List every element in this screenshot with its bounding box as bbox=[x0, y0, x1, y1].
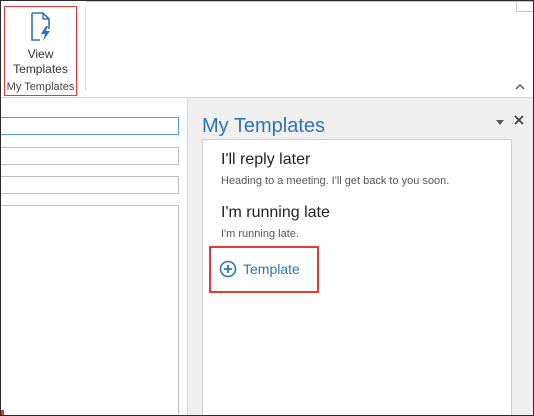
close-icon[interactable] bbox=[512, 113, 526, 127]
my-templates-pane: My Templates I'll reply later Heading to… bbox=[187, 98, 533, 415]
cc-field[interactable] bbox=[1, 147, 179, 165]
templates-list: I'll reply later Heading to a meeting. I… bbox=[202, 139, 512, 415]
ribbon-top-border bbox=[86, 1, 533, 2]
triangle-down-icon[interactable] bbox=[494, 116, 506, 128]
document-lightning-icon bbox=[31, 12, 50, 41]
template-body: Heading to a meeting. I'll get back to y… bbox=[221, 175, 450, 187]
view-templates-label-line2: Templates bbox=[13, 62, 68, 76]
my-templates-ribbon-group: View Templates My Templates bbox=[4, 6, 77, 96]
add-template-label: Template bbox=[243, 261, 300, 277]
compose-area bbox=[1, 98, 187, 415]
spelling-mark bbox=[1, 410, 4, 415]
add-template-highlight: Template bbox=[209, 246, 319, 293]
ribbon: View Templates My Templates bbox=[1, 1, 533, 98]
view-templates-button[interactable]: View Templates bbox=[5, 7, 76, 83]
chevron-up-icon[interactable] bbox=[513, 81, 527, 93]
add-template-button[interactable]: Template bbox=[219, 258, 300, 280]
template-body: I'm running late. bbox=[221, 228, 299, 240]
ribbon-divider bbox=[85, 7, 86, 91]
view-templates-label-line1: View bbox=[27, 47, 54, 61]
template-item[interactable]: I'll reply later Heading to a meeting. I… bbox=[221, 150, 501, 188]
template-title: I'm running late bbox=[221, 204, 330, 221]
view-templates-label: View Templates bbox=[5, 47, 76, 77]
ribbon-top-right-corner bbox=[516, 1, 533, 12]
template-item[interactable]: I'm running late I'm running late. bbox=[221, 203, 501, 241]
subject-field[interactable] bbox=[1, 176, 179, 194]
ribbon-group-label: My Templates bbox=[6, 81, 75, 93]
plus-circle-icon bbox=[219, 260, 237, 278]
pane-title: My Templates bbox=[202, 115, 326, 137]
message-body[interactable] bbox=[1, 205, 179, 415]
app-window: View Templates My Templates My Templates bbox=[0, 0, 534, 416]
to-field[interactable] bbox=[1, 117, 179, 135]
template-title: I'll reply later bbox=[221, 151, 311, 168]
